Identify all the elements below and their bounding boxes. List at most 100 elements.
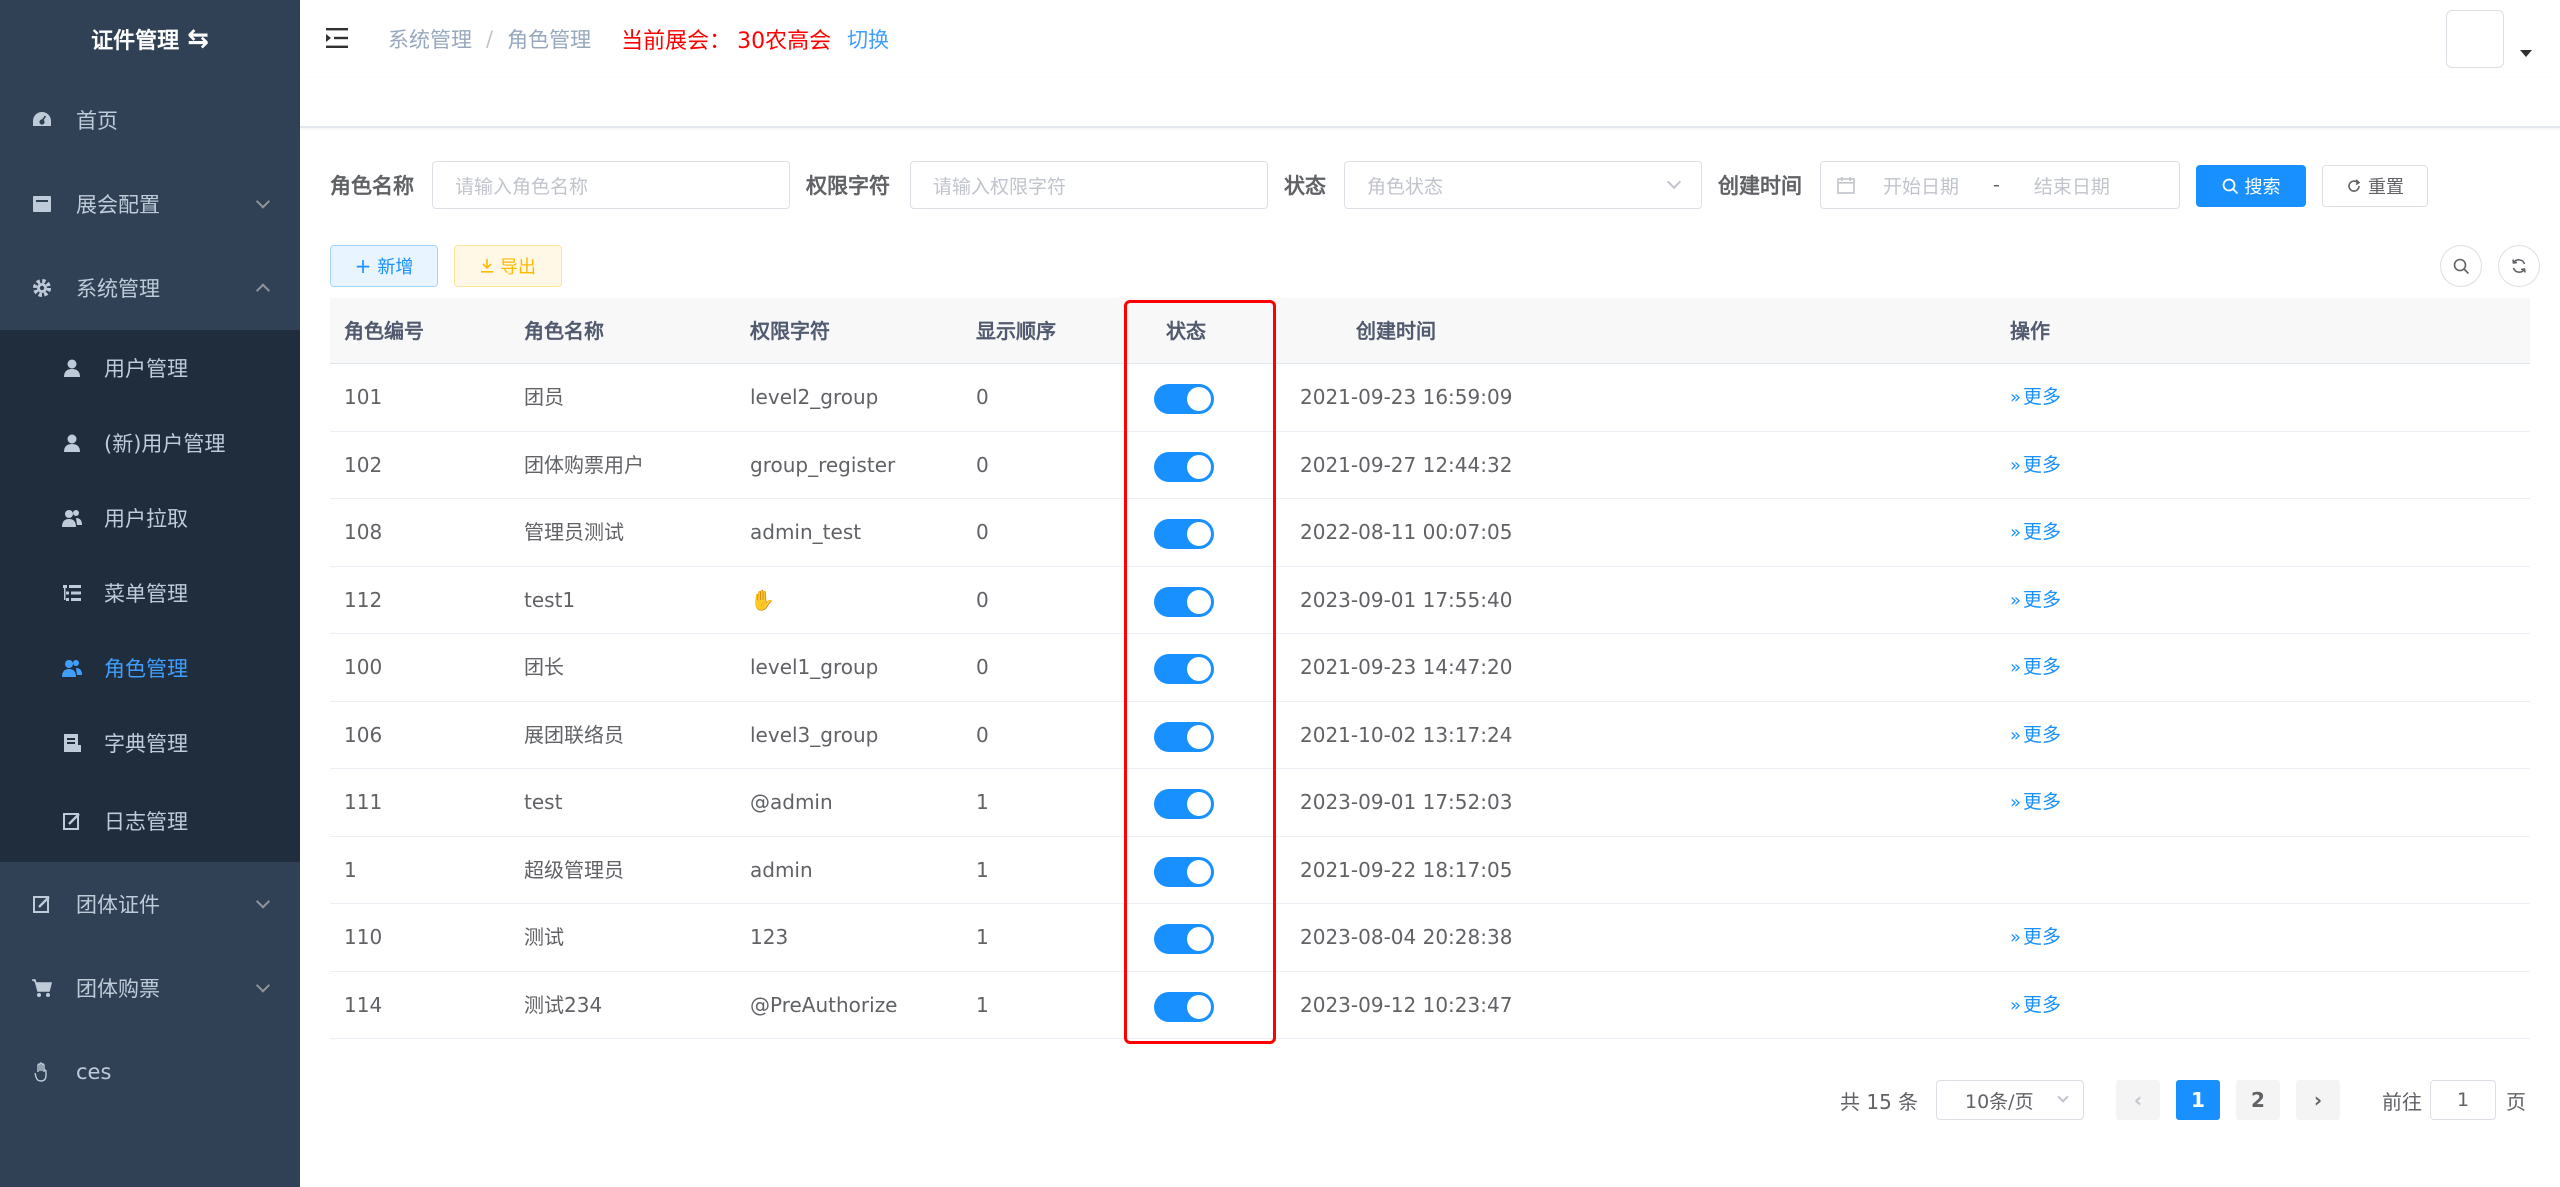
jump-page-input[interactable]: 1 <box>2430 1080 2496 1120</box>
logo[interactable]: 证件管理 ⇆ <box>0 0 300 78</box>
cell-created: 2021-10-02 13:17:24 <box>1300 722 1513 747</box>
switch-expo-link[interactable]: 切换 <box>847 24 889 54</box>
more-actions-link[interactable]: » 更多 <box>2010 364 2061 432</box>
more-actions-link[interactable]: » 更多 <box>2010 769 2061 837</box>
cell-perm: admin <box>750 857 813 882</box>
double-arrow-right-icon: » <box>2010 589 2022 611</box>
sidebar-item-menus[interactable]: 菜单管理 <box>0 555 300 630</box>
more-actions-link[interactable]: » 更多 <box>2010 567 2061 635</box>
status-select[interactable]: 角色状态 <box>1344 161 1702 209</box>
search-button-label: 搜索 <box>2244 177 2281 198</box>
perm-input[interactable]: 请输入权限字符 <box>910 161 1268 209</box>
page-size-select[interactable]: 10条/页 <box>1936 1080 2084 1120</box>
sidebar-item-ces[interactable]: ces <box>0 1030 300 1114</box>
status-switch[interactable] <box>1154 789 1214 819</box>
chevron-down-icon <box>255 978 271 993</box>
search-button[interactable]: 搜索 <box>2196 165 2306 207</box>
sidebar-item-home[interactable]: 首页 <box>0 78 300 162</box>
more-actions-link[interactable]: » 更多 <box>2010 904 2061 972</box>
table-row: 1 超级管理员 admin 1 2021-09-22 18:17:05 <box>330 837 2530 904</box>
column-header-perm: 权限字符 <box>750 319 830 343</box>
more-label: 更多 <box>2023 656 2062 678</box>
cell-order: 0 <box>976 520 989 544</box>
page-1-button[interactable]: 1 <box>2176 1080 2220 1120</box>
double-arrow-right-icon: » <box>2010 792 2022 813</box>
calendar-icon <box>1837 176 1855 194</box>
page-number: 2 <box>2251 1088 2265 1112</box>
status-switch[interactable] <box>1154 586 1214 617</box>
chevron-right-icon: › <box>2313 1088 2323 1112</box>
switch-knob <box>1187 927 1211 951</box>
status-switch[interactable] <box>1154 991 1214 1022</box>
prev-page-button[interactable]: ‹ <box>2116 1080 2160 1120</box>
sidebar-item-users[interactable]: 用户管理 <box>0 330 300 405</box>
more-actions-link[interactable]: » 更多 <box>2010 634 2061 702</box>
column-header-order: 显示顺序 <box>976 319 1056 343</box>
sidebar-item-logs[interactable]: 日志管理 <box>0 780 300 862</box>
more-actions-link[interactable]: » 更多 <box>2010 499 2061 567</box>
start-date-placeholder[interactable]: 开始日期 <box>1883 172 1959 199</box>
cell-order: 1 <box>976 925 989 949</box>
add-button[interactable]: + 新增 <box>330 245 438 287</box>
more-actions-link[interactable]: » 更多 <box>2010 702 2061 770</box>
gear-icon <box>30 276 54 300</box>
add-button-label: 新增 <box>377 257 414 278</box>
sidebar-item-group-ticket[interactable]: 团体购票 <box>0 946 300 1030</box>
cell-order: 1 <box>976 992 989 1017</box>
table-body: 101 团员 level2_group 0 2021-09-23 16:59:09» 更多… <box>330 364 2530 1039</box>
cell-created: 2022-08-11 00:07:05 <box>1300 520 1513 544</box>
perm-label: 权限字符 <box>806 174 890 198</box>
sidebar-item-label: 用户管理 <box>104 356 188 381</box>
cell-perm: @admin <box>750 790 833 814</box>
sidebar-item-user-pull[interactable]: 用户拉取 <box>0 480 300 555</box>
sidebar-item-group-cert[interactable]: 团体证件 <box>0 862 300 946</box>
breadcrumb-separator: / <box>486 27 494 51</box>
page-size-value: 10条/页 <box>1965 1090 2034 1113</box>
reset-button[interactable]: 重置 <box>2322 165 2428 207</box>
export-button[interactable]: 导出 <box>454 245 562 287</box>
caret-down-icon[interactable] <box>2520 50 2532 57</box>
export-button-label: 导出 <box>500 257 536 278</box>
status-switch[interactable] <box>1154 721 1214 752</box>
toggle-search-button[interactable] <box>2440 245 2482 287</box>
breadcrumb-item-system[interactable]: 系统管理 <box>388 24 472 54</box>
pagination-total: 共 15 条 <box>1840 1090 1919 1114</box>
switch-knob <box>1187 994 1211 1019</box>
hamburger-icon[interactable] <box>326 27 350 49</box>
cell-name: 团员 <box>524 385 564 409</box>
table-row: 106 展团联络员 level3_group 0 2021-10-02 13:17:24… <box>330 702 2530 770</box>
sidebar-item-exhibition[interactable]: 展会配置 <box>0 162 300 246</box>
status-switch[interactable] <box>1154 384 1214 414</box>
end-date-placeholder[interactable]: 结束日期 <box>2034 172 2110 199</box>
switch-knob <box>1187 387 1211 411</box>
more-label: 更多 <box>2023 521 2062 543</box>
more-actions-link[interactable]: » 更多 <box>2010 432 2061 500</box>
sidebar: 证件管理 ⇆ 首页 展会配置 系统管理 用户管理 (新)用户管理 用户拉取 菜单… <box>0 0 300 1187</box>
status-switch[interactable] <box>1154 654 1214 684</box>
sidebar-item-system[interactable]: 系统管理 <box>0 246 300 330</box>
table-row: 100 团长 level1_group 0 2021-09-23 14:47:20 » 更多 <box>330 634 2530 702</box>
refresh-icon <box>2346 178 2362 194</box>
double-arrow-right-icon: » <box>2010 657 2022 678</box>
sidebar-item-dict[interactable]: 字典管理 <box>0 705 300 780</box>
next-page-button[interactable]: › <box>2296 1080 2340 1120</box>
more-actions-link[interactable]: » 更多 <box>2010 972 2061 1040</box>
sidebar-item-roles[interactable]: 角色管理 <box>0 630 300 705</box>
avatar[interactable] <box>2446 10 2504 68</box>
status-switch[interactable] <box>1154 924 1214 954</box>
role-name-input[interactable]: 请输入角色名称 <box>432 161 790 209</box>
cell-created: 2021-09-23 14:47:20 <box>1300 655 1513 679</box>
page-2-button[interactable]: 2 <box>2236 1080 2280 1120</box>
status-switch[interactable] <box>1154 451 1214 482</box>
sidebar-item-label: 角色管理 <box>104 656 188 681</box>
sidebar-item-new-users[interactable]: (新)用户管理 <box>0 405 300 480</box>
cell-perm: level1_group <box>750 655 879 679</box>
range-separator: - <box>1993 174 2000 196</box>
status-switch[interactable] <box>1154 519 1214 549</box>
cell-order: 1 <box>976 790 989 814</box>
status-switch[interactable] <box>1154 856 1214 887</box>
column-header-created: 创建时间 <box>1356 319 1436 343</box>
date-range-picker[interactable]: 开始日期 - 结束日期 <box>1820 161 2180 209</box>
refresh-table-button[interactable] <box>2498 245 2540 287</box>
cell-name: 管理员测试 <box>524 520 624 544</box>
